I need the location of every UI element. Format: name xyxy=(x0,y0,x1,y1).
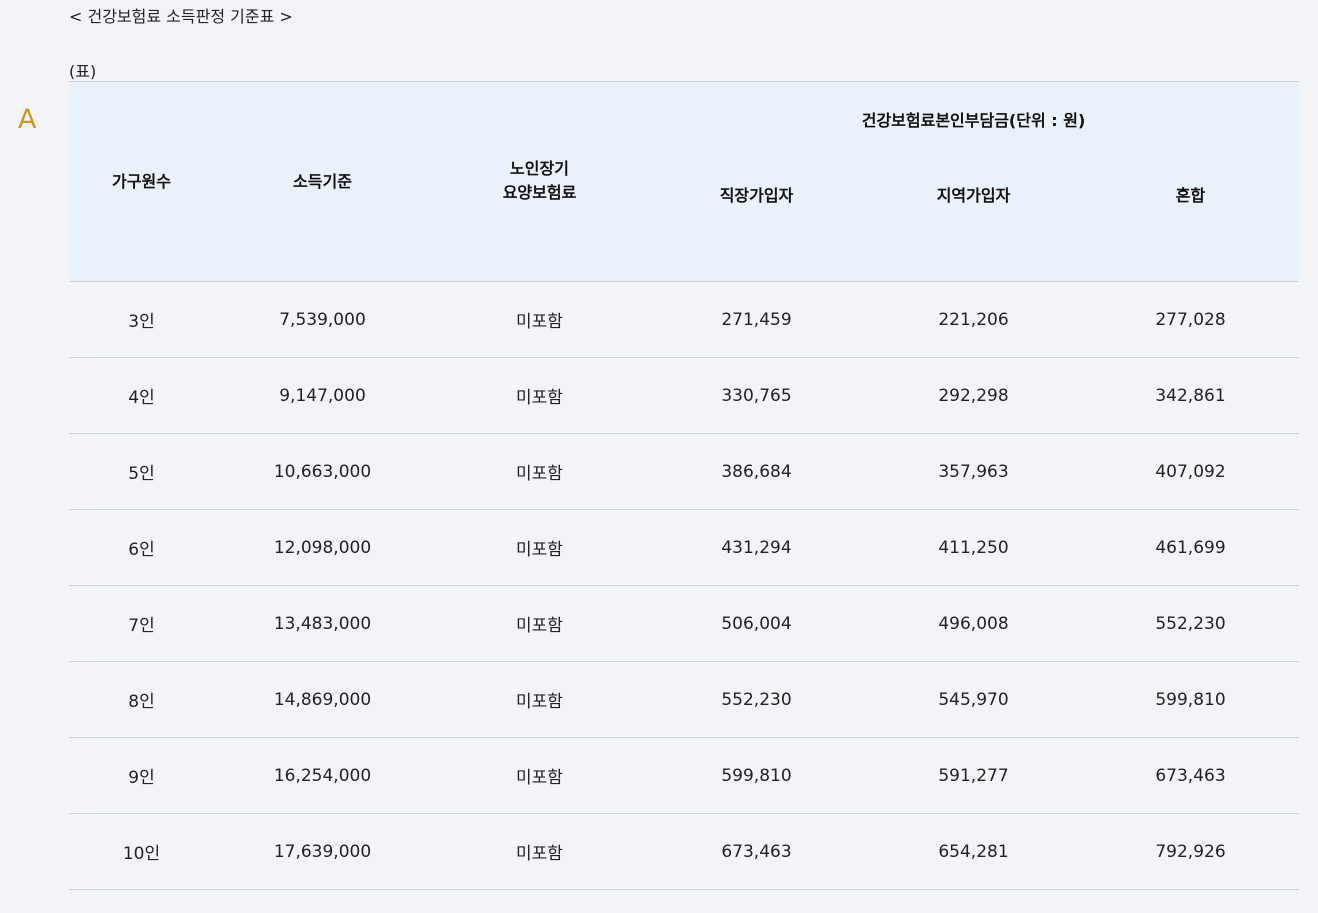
table-row: 10인 17,639,000 미포함 673,463 654,281 792,926 xyxy=(69,813,1299,890)
table-row: 4인 9,147,000 미포함 330,765 292,298 342,861 xyxy=(69,357,1299,434)
cell-regional: 654,281 xyxy=(865,813,1082,890)
cell-income: 16,254,000 xyxy=(214,737,431,814)
cell-ltc: 미포함 xyxy=(431,433,648,510)
cell-regional: 221,206 xyxy=(865,282,1082,358)
table-header: 가구원수 소득기준 노인장기 요양보험료 건강보험료본인부담금(단위 : 원) … xyxy=(69,81,1299,282)
cell-regional: 411,250 xyxy=(865,509,1082,586)
cell-ltc: 미포함 xyxy=(431,282,648,358)
cell-household: 10인 xyxy=(69,813,214,890)
cell-mixed: 599,810 xyxy=(1082,661,1299,738)
cell-workplace: 673,463 xyxy=(648,813,865,890)
header-premium-group: 건강보험료본인부담금(단위 : 원) xyxy=(861,111,1086,130)
cell-ltc: 미포함 xyxy=(431,813,648,890)
table-row: 5인 10,663,000 미포함 386,684 357,963 407,092 xyxy=(69,433,1299,510)
table-row: 7인 13,483,000 미포함 506,004 496,008 552,230 xyxy=(69,585,1299,662)
cell-household: 5인 xyxy=(69,433,214,510)
header-income: 소득기준 xyxy=(293,172,352,191)
cell-income: 10,663,000 xyxy=(214,433,431,510)
cell-ltc: 미포함 xyxy=(431,585,648,662)
side-marker-letter: A xyxy=(18,104,37,135)
cell-mixed: 552,230 xyxy=(1082,585,1299,662)
cell-income: 7,539,000 xyxy=(214,282,431,358)
table-row: 3인 7,539,000 미포함 271,459 221,206 277,028 xyxy=(69,282,1299,358)
page-caption: < 건강보험료 소득판정 기준표 > xyxy=(69,7,293,26)
cell-regional: 496,008 xyxy=(865,585,1082,662)
header-household: 가구원수 xyxy=(112,172,171,191)
cell-ltc: 미포함 xyxy=(431,737,648,814)
income-criteria-table: 가구원수 소득기준 노인장기 요양보험료 건강보험료본인부담금(단위 : 원) … xyxy=(69,81,1299,890)
cell-regional: 591,277 xyxy=(865,737,1082,814)
cell-income: 17,639,000 xyxy=(214,813,431,890)
cell-ltc: 미포함 xyxy=(431,509,648,586)
cell-mixed: 277,028 xyxy=(1082,282,1299,358)
table-row: 8인 14,869,000 미포함 552,230 545,970 599,810 xyxy=(69,661,1299,738)
cell-mixed: 673,463 xyxy=(1082,737,1299,814)
cell-mixed: 461,699 xyxy=(1082,509,1299,586)
cell-income: 14,869,000 xyxy=(214,661,431,738)
header-mixed: 혼합 xyxy=(1175,186,1206,205)
cell-mixed: 342,861 xyxy=(1082,357,1299,434)
cell-ltc: 미포함 xyxy=(431,661,648,738)
header-workplace: 직장가입자 xyxy=(719,186,794,205)
cell-household: 7인 xyxy=(69,585,214,662)
cell-household: 3인 xyxy=(69,282,214,358)
cell-workplace: 506,004 xyxy=(648,585,865,662)
cell-income: 9,147,000 xyxy=(214,357,431,434)
cell-workplace: 271,459 xyxy=(648,282,865,358)
cell-household: 9인 xyxy=(69,737,214,814)
cell-workplace: 330,765 xyxy=(648,357,865,434)
table-body: 3인 7,539,000 미포함 271,459 221,206 277,028 4인 9,1… xyxy=(69,282,1299,890)
table-row: 6인 12,098,000 미포함 431,294 411,250 461,699 xyxy=(69,509,1299,586)
table-row: 9인 16,254,000 미포함 599,810 591,277 673,463 xyxy=(69,737,1299,814)
header-ltc: 노인장기 요양보험료 xyxy=(431,157,648,205)
cell-household: 4인 xyxy=(69,357,214,434)
cell-regional: 545,970 xyxy=(865,661,1082,738)
header-regional: 지역가입자 xyxy=(936,186,1011,205)
cell-ltc: 미포함 xyxy=(431,357,648,434)
cell-household: 6인 xyxy=(69,509,214,586)
table-label: (표) xyxy=(69,62,97,81)
cell-regional: 357,963 xyxy=(865,433,1082,510)
cell-income: 12,098,000 xyxy=(214,509,431,586)
cell-workplace: 386,684 xyxy=(648,433,865,510)
cell-income: 13,483,000 xyxy=(214,585,431,662)
header-ltc-line1: 노인장기 xyxy=(510,159,569,178)
cell-workplace: 431,294 xyxy=(648,509,865,586)
header-ltc-line2: 요양보험료 xyxy=(502,183,577,202)
cell-regional: 292,298 xyxy=(865,357,1082,434)
cell-household: 8인 xyxy=(69,661,214,738)
cell-mixed: 407,092 xyxy=(1082,433,1299,510)
cell-mixed: 792,926 xyxy=(1082,813,1299,890)
cell-workplace: 552,230 xyxy=(648,661,865,738)
cell-workplace: 599,810 xyxy=(648,737,865,814)
